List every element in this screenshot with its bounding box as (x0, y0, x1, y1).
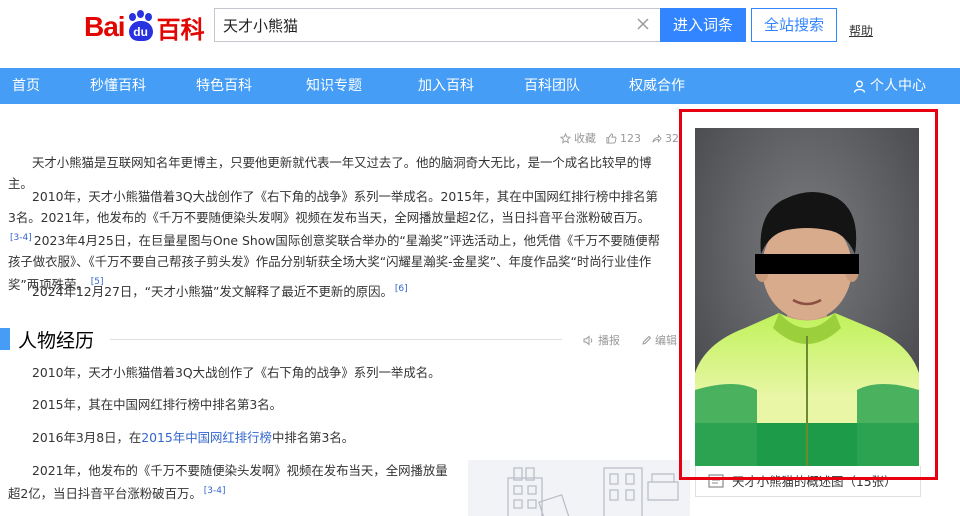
nav-item-home[interactable]: 首页 (12, 68, 40, 104)
illustration-image[interactable] (468, 460, 690, 516)
nav-item-team[interactable]: 百科团队 (524, 68, 580, 104)
collect-label: 收藏 (574, 132, 596, 145)
main-nav: 首页 秒懂百科 特色百科 知识专题 加入百科 百科团队 权威合作 个人中心 (0, 68, 960, 104)
section-divider (110, 339, 562, 340)
experience-text: 2016年3月8日，在 (32, 430, 142, 445)
experience-item: 2016年3月8日，在2015年中国网红排行榜中排名第3名。 (8, 427, 663, 448)
experience-text: 2021年，他发布的《千万不要随便染头发啊》视频在发布当天，全网播放量超2亿，当… (8, 463, 448, 502)
like-count: 123 (620, 131, 641, 145)
logo-text-du: du (128, 21, 153, 41)
experience-text: 中排名第3名。 (271, 430, 355, 445)
experience-item: 2015年，其在中国网红排行榜中排名第3名。 (8, 394, 663, 415)
edit-label: 编辑 (655, 334, 677, 347)
article-content: 收藏 123 32 天才小熊猫是互联网知名年更博主，只要他更新就代表一年又过去了… (0, 104, 690, 516)
experience-item: 2021年，他发布的《千万不要随便染头发啊》视频在发布当天，全网播放量超2亿，当… (8, 460, 453, 504)
star-icon (560, 132, 571, 144)
logo-text-bai: Bai (84, 11, 126, 42)
highlight-box (679, 109, 938, 480)
header: Bai du 百科 进入词条 全站搜索 帮助 (0, 0, 960, 68)
section-title: 人物经历 (18, 330, 95, 352)
entry-actions: 收藏 123 32 (560, 130, 679, 146)
like-button[interactable]: 123 (606, 132, 641, 145)
search-box (214, 8, 660, 42)
experience-text: 2010年，天才小熊猫借着3Q大战创作了《右下角的战争》系列一举成名。 (32, 365, 441, 380)
reference-link[interactable]: [3-4] (10, 233, 32, 243)
nav-item-featured[interactable]: 特色百科 (196, 68, 252, 104)
nav-item-join[interactable]: 加入百科 (418, 68, 474, 104)
experience-item: 2010年，天才小熊猫借着3Q大战创作了《右下角的战争》系列一举成名。 (8, 362, 663, 383)
nav-item-video[interactable]: 秒懂百科 (90, 68, 146, 104)
play-label: 播报 (598, 334, 620, 347)
play-button[interactable]: 播报 (583, 332, 620, 348)
intro-paragraph-3: 2024年12月27日，“天才小熊猫”发文解释了最近不更新的原因。 [6] (8, 279, 663, 302)
clear-icon[interactable] (634, 15, 652, 33)
thumbs-up-icon (606, 132, 617, 144)
share-count: 32 (665, 131, 679, 145)
help-link[interactable]: 帮助 (849, 22, 873, 39)
section-marker (0, 328, 10, 350)
user-center-label: 个人中心 (870, 78, 926, 94)
collect-button[interactable]: 收藏 (560, 130, 596, 146)
enter-entry-button[interactable]: 进入词条 (660, 8, 746, 42)
speaker-icon (583, 334, 593, 346)
share-button[interactable]: 32 (651, 132, 679, 145)
intro-p3-text: 2024年12月27日，“天才小熊猫”发文解释了最近不更新的原因。 (32, 284, 393, 300)
nav-item-topics[interactable]: 知识专题 (306, 68, 362, 104)
edit-button[interactable]: 编辑 (641, 332, 677, 348)
reference-link[interactable]: [6] (395, 284, 408, 294)
pencil-icon (642, 335, 652, 345)
ranking-link[interactable]: 2015年中国网红排行榜 (141, 430, 272, 445)
site-search-button[interactable]: 全站搜索 (751, 8, 837, 42)
user-center-link[interactable]: 个人中心 (853, 68, 926, 104)
share-icon (652, 133, 662, 143)
search-input[interactable] (215, 9, 615, 41)
baidu-baike-logo[interactable]: Bai du 百科 (84, 10, 205, 44)
nav-item-authority[interactable]: 权威合作 (629, 68, 685, 104)
reference-link[interactable]: [3-4] (204, 486, 226, 496)
experience-text: 2015年，其在中国网红排行榜中排名第3名。 (32, 397, 283, 412)
logo-text-baike: 百科 (156, 15, 205, 44)
intro-p2-text-a: 2010年，天才小熊猫借着3Q大战创作了《右下角的战争》系列一举成名。2015年… (8, 189, 658, 225)
paw-icon: du (126, 10, 156, 42)
user-icon (853, 80, 866, 93)
